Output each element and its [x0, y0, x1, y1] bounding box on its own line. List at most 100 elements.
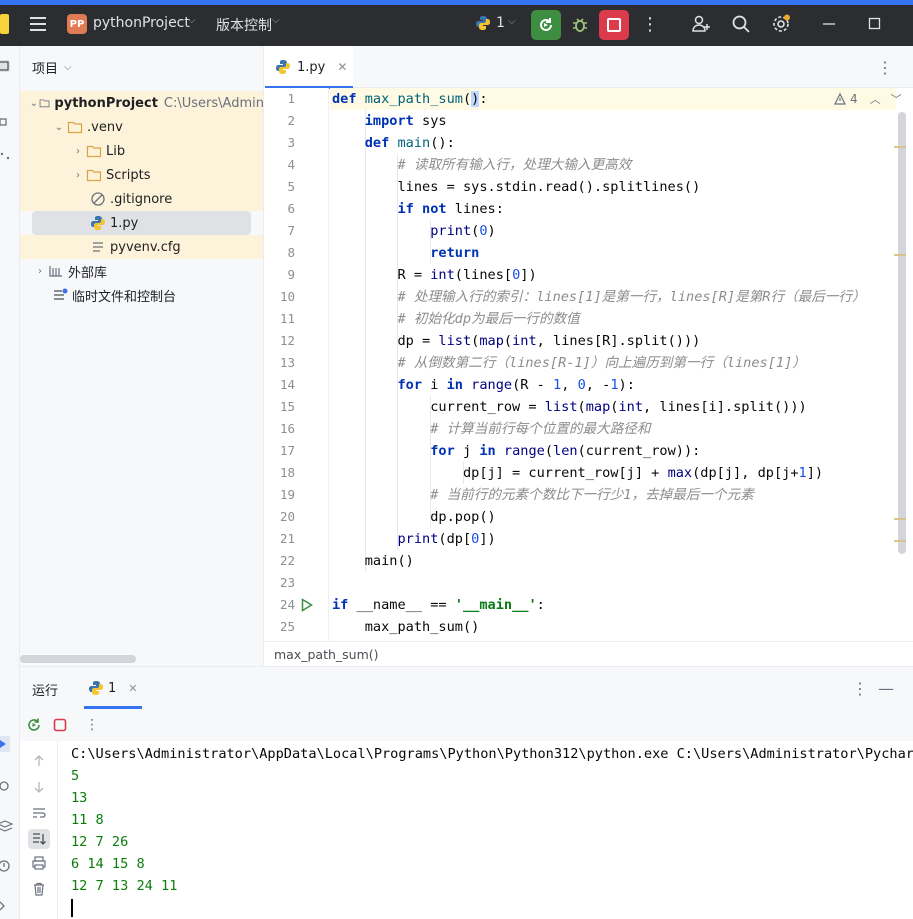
horizontal-scrollbar[interactable] — [20, 655, 136, 663]
chevron-down-icon[interactable]: ⌄ — [28, 98, 39, 109]
tree-item-venv[interactable]: ⌄ .venv — [20, 115, 263, 139]
run-config-label[interactable]: 1 — [496, 15, 505, 31]
line-number: 20 — [279, 509, 295, 524]
project-switcher[interactable]: pythonProject — [93, 15, 190, 31]
tree-item-scratches[interactable]: 临时文件和控制台 — [20, 283, 263, 307]
code-line[interactable]: return — [332, 242, 479, 264]
tab-1py[interactable]: 1.py ✕ — [265, 46, 353, 89]
add-user-icon[interactable] — [690, 13, 712, 35]
rerun-icon[interactable] — [26, 717, 42, 733]
tree-item-external-libraries[interactable]: › 外部库 — [20, 259, 263, 283]
chevron-down-icon[interactable]: ⌄ — [51, 122, 67, 133]
run-gutter-icon[interactable] — [301, 598, 313, 612]
breadcrumb[interactable]: max_path_sum() — [265, 641, 913, 666]
code-line[interactable]: for j in range(len(current_row)): — [332, 440, 700, 462]
code-line[interactable]: dp = list(map(int, lines[R].split())) — [332, 330, 700, 352]
code-line[interactable]: print(0) — [332, 220, 495, 242]
tree-item-pyvenv-cfg[interactable]: pyvenv.cfg — [20, 235, 263, 259]
code-line[interactable]: dp[j] = current_row[j] + max(dp[j], dp[j… — [332, 462, 823, 484]
code-line[interactable]: max_path_sum() — [332, 616, 480, 638]
app-logo-icon[interactable] — [0, 14, 9, 34]
code-line[interactable]: # 初始化dp为最后一行的数值 — [332, 308, 579, 330]
console-output-line: 5 — [71, 768, 80, 784]
structure-icon[interactable] — [0, 114, 14, 130]
vcs-menu[interactable]: 版本控制 — [216, 15, 272, 35]
left-tool-strip — [0, 46, 20, 919]
minimize-icon[interactable] — [818, 13, 840, 35]
tree-item-label: .gitignore — [110, 191, 173, 207]
close-icon[interactable]: ✕ — [337, 60, 347, 74]
terminal-icon[interactable] — [0, 898, 14, 914]
line-number: 10 — [279, 289, 295, 304]
chevron-down-icon[interactable]: ⌵ — [188, 15, 196, 26]
chevron-right-icon[interactable]: › — [32, 266, 48, 277]
problems-icon[interactable] — [0, 858, 14, 874]
code-line[interactable]: for i in range(R - 1, 0, -1): — [332, 374, 634, 396]
more-vertical-icon[interactable]: ⋮ — [640, 13, 660, 35]
tree-item-1py[interactable]: 1.py — [32, 211, 251, 235]
stop-button[interactable] — [599, 10, 629, 40]
debug-button[interactable] — [565, 10, 595, 40]
arrow-down-icon[interactable] — [31, 779, 47, 795]
code-line[interactable]: # 读取所有输入行，处理大输入更高效 — [332, 154, 631, 176]
line-number: 24 — [279, 597, 295, 612]
project-panel-header[interactable]: 项目 ⌵ — [32, 58, 72, 77]
tree-item-pythonproject[interactable]: ⌄ pythonProject C:\Users\Admin — [20, 91, 263, 115]
code-line[interactable]: main() — [332, 550, 414, 572]
more-tools-icon[interactable] — [0, 148, 14, 164]
soft-wrap-icon[interactable] — [31, 805, 47, 821]
search-icon[interactable] — [730, 13, 752, 35]
run-tool-icon[interactable] — [0, 736, 14, 752]
close-icon[interactable]: ✕ — [128, 682, 137, 695]
inspection-widget[interactable]: 4 ︿ ﹀ — [834, 91, 902, 107]
code-line[interactable]: print(dp[0]) — [332, 528, 495, 550]
code-line[interactable]: if __name__ == '__main__': — [332, 594, 545, 616]
trash-icon[interactable] — [31, 881, 47, 897]
code-line[interactable]: def max_path_sum(): — [332, 88, 488, 110]
code-line[interactable]: # 从倒数第二行（lines[R-1]）向上遍历到第一行（lines[1]） — [332, 352, 805, 374]
tree-item-scripts[interactable]: › Scripts — [20, 163, 263, 187]
chevron-down-icon[interactable]: ﹀ — [891, 91, 902, 107]
rerun-button[interactable] — [531, 10, 561, 40]
tree-item-lib[interactable]: › Lib — [20, 139, 263, 163]
layers-icon[interactable] — [0, 818, 14, 834]
more-vertical-icon[interactable]: ⋮ — [877, 58, 893, 77]
stop-icon[interactable] — [52, 717, 68, 733]
chevron-right-icon[interactable]: › — [70, 170, 86, 181]
print-icon[interactable] — [31, 855, 47, 871]
chevron-down-icon[interactable]: ⌵ — [272, 15, 280, 26]
python-packages-icon[interactable] — [0, 778, 14, 794]
chevron-up-icon[interactable]: ︿ — [870, 91, 881, 107]
code-editor[interactable]: def max_path_sum(): import sys def main(… — [330, 88, 896, 641]
code-line[interactable]: R = int(lines[0]) — [332, 264, 536, 286]
code-line[interactable]: # 当前行的元素个数比下一行少1，去掉最后一个元素 — [332, 484, 754, 506]
breadcrumb-item[interactable]: max_path_sum() — [274, 647, 379, 662]
code-line[interactable]: current_row = list(map(int, lines[i].spl… — [332, 396, 807, 418]
code-line[interactable]: # 处理输入行的索引：lines[1]是第一行，lines[R]是第R行（最后一… — [332, 286, 865, 308]
code-line[interactable]: dp.pop() — [332, 506, 495, 528]
config-file-icon — [93, 242, 103, 252]
code-line[interactable]: if not lines: — [332, 198, 503, 220]
hide-panel-icon[interactable]: — — [878, 679, 894, 698]
scroll-to-end-icon[interactable] — [28, 829, 50, 849]
chevron-right-icon[interactable]: › — [70, 146, 86, 157]
run-tab-1[interactable]: 1 ✕ — [84, 667, 142, 709]
python-icon[interactable] — [475, 15, 491, 31]
project-badge[interactable]: PP — [67, 14, 87, 34]
code-line[interactable]: # 计算当前行每个位置的最大路径和 — [332, 418, 650, 440]
arrow-up-icon[interactable] — [31, 753, 47, 769]
code-line[interactable]: def main(): — [332, 132, 455, 154]
gear-icon[interactable] — [770, 13, 792, 35]
console-output[interactable]: C:\Users\Administrator\AppData\Local\Pro… — [71, 743, 913, 919]
code-line[interactable]: import sys — [332, 110, 447, 132]
maximize-icon[interactable] — [864, 13, 886, 35]
vertical-scrollbar[interactable] — [898, 112, 906, 554]
line-number: 15 — [279, 399, 295, 414]
project-tool-icon[interactable] — [0, 58, 14, 74]
chevron-down-icon[interactable]: ⌵ — [508, 16, 516, 27]
more-vertical-icon[interactable]: ⋮ — [84, 717, 100, 733]
code-line[interactable]: lines = sys.stdin.read().splitlines() — [332, 176, 700, 198]
tree-item-gitignore[interactable]: .gitignore — [20, 187, 263, 211]
more-vertical-icon[interactable]: ⋮ — [852, 679, 868, 698]
hamburger-icon[interactable] — [26, 12, 50, 36]
